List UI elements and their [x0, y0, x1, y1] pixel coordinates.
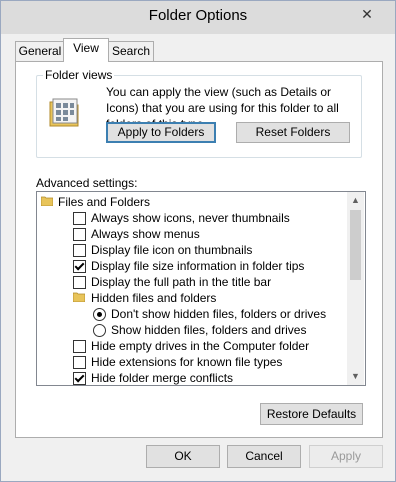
option-label: Display file icon on thumbnails: [91, 243, 253, 257]
view-tab-panel: Folder views You can apply the view (suc…: [15, 61, 383, 438]
checkbox[interactable]: [73, 276, 86, 289]
folder-icon: [73, 292, 85, 302]
reset-folders-button[interactable]: Reset Folders: [236, 122, 350, 143]
scroll-down-icon[interactable]: ▼: [347, 368, 364, 385]
option-hide-empty-drives[interactable]: Hide empty drives in the Computer folder: [73, 338, 343, 354]
checkbox[interactable]: [73, 228, 86, 241]
checkbox[interactable]: [73, 356, 86, 369]
ok-button[interactable]: OK: [146, 445, 220, 468]
option-label: Hide folder merge conflicts: [91, 371, 234, 385]
tree-item-label: Hidden files and folders: [91, 291, 217, 305]
advanced-settings-label: Advanced settings:: [36, 176, 138, 190]
folder-views-legend: Folder views: [43, 68, 115, 82]
radio[interactable]: [93, 324, 106, 337]
restore-defaults-button[interactable]: Restore Defaults: [260, 403, 363, 425]
option-dont-show-hidden[interactable]: Don't show hidden files, folders or driv…: [93, 306, 343, 322]
option-label: Display file size information in folder …: [91, 259, 305, 273]
title-bar[interactable]: Folder Options ✕: [1, 1, 395, 34]
option-display-full-path[interactable]: Display the full path in the title bar: [73, 274, 343, 290]
option-always-show-menus[interactable]: Always show menus: [73, 226, 343, 242]
option-label: Always show icons, never thumbnails: [91, 211, 290, 225]
option-display-file-icon-thumbnails[interactable]: Display file icon on thumbnails: [73, 242, 343, 258]
scrollbar-thumb[interactable]: [350, 210, 361, 280]
checkbox-checked[interactable]: [73, 372, 86, 385]
checkbox[interactable]: [73, 340, 86, 353]
folder-icon: [41, 196, 53, 206]
folder-views-group: Folder views You can apply the view (suc…: [36, 68, 362, 158]
tab-general[interactable]: General: [15, 41, 65, 61]
tab-view[interactable]: View: [63, 38, 109, 62]
tree-item-hidden-files-and-folders[interactable]: Hidden files and folders: [73, 290, 343, 306]
apply-button[interactable]: Apply: [309, 445, 383, 468]
checkbox[interactable]: [73, 244, 86, 257]
folder-options-dialog: Folder Options ✕ General View Search Fol…: [0, 0, 396, 482]
option-hide-extensions[interactable]: Hide extensions for known file types: [73, 354, 343, 370]
option-label: Always show menus: [91, 227, 200, 241]
option-label: Don't show hidden files, folders or driv…: [111, 307, 327, 321]
option-label: Hide extensions for known file types: [91, 355, 283, 369]
option-display-file-size-info[interactable]: Display file size information in folder …: [73, 258, 343, 274]
option-show-hidden[interactable]: Show hidden files, folders and drives: [93, 322, 343, 338]
option-label: Show hidden files, folders and drives: [111, 323, 307, 337]
option-label: Hide empty drives in the Computer folder: [91, 339, 310, 353]
radio-selected[interactable]: [93, 308, 106, 321]
apply-to-folders-button[interactable]: Apply to Folders: [106, 122, 216, 143]
checkbox[interactable]: [73, 212, 86, 225]
folder-views-icon: [49, 98, 79, 127]
tree-item-files-and-folders[interactable]: Files and Folders: [41, 194, 341, 210]
close-button[interactable]: ✕: [355, 4, 379, 24]
tree-item-label: Files and Folders: [58, 195, 151, 209]
close-icon: ✕: [361, 6, 373, 22]
option-label: Display the full path in the title bar: [91, 275, 272, 289]
option-hide-folder-merge-conflicts[interactable]: Hide folder merge conflicts: [73, 370, 343, 385]
scroll-up-icon[interactable]: ▲: [347, 192, 364, 209]
option-always-show-icons[interactable]: Always show icons, never thumbnails: [73, 210, 343, 226]
advanced-settings-list[interactable]: Files and Folders Always show icons, nev…: [36, 191, 366, 386]
cancel-button[interactable]: Cancel: [227, 445, 301, 468]
vertical-scrollbar[interactable]: ▲ ▼: [347, 192, 364, 385]
window-title: Folder Options: [148, 7, 248, 24]
tab-search[interactable]: Search: [108, 41, 154, 61]
checkbox-checked[interactable]: [73, 260, 86, 273]
